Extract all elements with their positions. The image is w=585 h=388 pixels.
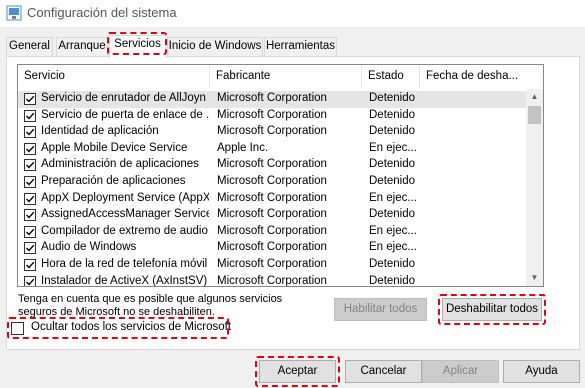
service-checkbox[interactable]	[24, 126, 36, 139]
check-icon	[26, 162, 35, 169]
service-name: Hora de la red de telefonía móvil	[41, 258, 208, 270]
enable-all-button[interactable]: Habilitar todos	[334, 298, 427, 321]
service-checkbox[interactable]	[24, 259, 36, 271]
service-checkbox[interactable]	[24, 176, 36, 188]
check-icon	[26, 195, 35, 203]
tab-general[interactable]: General	[6, 37, 53, 57]
disable-note: Tenga en cuenta que es posible que algun…	[18, 293, 283, 318]
service-checkbox[interactable]	[24, 242, 36, 255]
check-icon	[26, 112, 35, 120]
column-header-vendor[interactable]: Fabricante	[210, 65, 362, 89]
check-icon	[26, 95, 35, 103]
services-list[interactable]: Servicio Fabricante Estado Fecha de desh…	[17, 64, 544, 287]
service-name: AssignedAccessManager Service	[41, 208, 209, 221]
service-name: AppX Deployment Service (AppX...	[41, 191, 209, 204]
list-item[interactable]: Preparación de aplicaciones Microsoft Cor…	[18, 174, 526, 191]
vertical-scrollbar[interactable]: ▲ ▼	[526, 89, 543, 286]
list-item[interactable]: AssignedAccessManager Service Microsoft C…	[18, 207, 526, 224]
check-icon	[26, 245, 35, 252]
service-checkbox[interactable]	[24, 192, 36, 205]
service-status: En ejec...	[369, 141, 417, 154]
hide-microsoft-highlight	[7, 317, 229, 339]
list-item[interactable]: Servicio de enrutador de AllJoyn Microsof…	[18, 91, 526, 108]
scrollbar-thumb[interactable]	[528, 106, 541, 124]
service-name: Identidad de aplicación	[41, 125, 159, 138]
service-vendor: Microsoft Corporation	[217, 175, 327, 187]
service-vendor: Microsoft Corporation	[217, 108, 327, 121]
apply-button[interactable]: Aplicar	[422, 360, 499, 383]
service-name: Audio de Windows	[41, 241, 137, 254]
list-item[interactable]: AppX Deployment Service (AppX... Microsof…	[18, 191, 526, 208]
tab-servicios-highlight	[107, 32, 167, 55]
service-status: Detenido	[369, 92, 416, 104]
tab-herramientas[interactable]: Herramientas	[264, 37, 337, 57]
service-name: Compilador de extremo de audio...	[41, 224, 209, 237]
check-icon	[26, 178, 35, 186]
service-name: Administración de aplicaciones	[41, 158, 199, 171]
service-checkbox[interactable]	[24, 142, 36, 155]
check-icon	[26, 211, 35, 219]
check-icon	[26, 128, 35, 136]
check-icon	[26, 228, 35, 236]
list-item[interactable]: Audio de Windows Microsoft Corporation En …	[18, 240, 526, 257]
service-status: Detenido	[369, 158, 416, 171]
service-name: Apple Mobile Device Service	[41, 141, 188, 154]
service-status: En ejec...	[369, 191, 417, 204]
service-status: Detenido	[369, 108, 416, 121]
service-checkbox[interactable]	[24, 93, 36, 105]
service-name: Servicio de enrutador de AllJoyn	[41, 92, 206, 104]
service-name: Preparación de aplicaciones	[41, 175, 186, 187]
list-item[interactable]: Servicio de puerta de enlace de ... Micro…	[18, 108, 526, 125]
list-item[interactable]: Compilador de extremo de audio... Microso…	[18, 224, 526, 241]
service-status: Detenido	[369, 258, 416, 270]
service-vendor: Apple Inc.	[217, 141, 269, 154]
service-vendor: Microsoft Corporation	[217, 158, 327, 171]
service-status: Detenido	[369, 274, 416, 287]
service-vendor: Microsoft Corporation	[217, 125, 327, 138]
service-checkbox[interactable]	[24, 275, 36, 286]
service-checkbox[interactable]	[24, 225, 36, 238]
service-vendor: Microsoft Corporation	[217, 208, 327, 221]
cancel-button[interactable]: Cancelar	[345, 360, 422, 383]
service-vendor: Microsoft Corporation	[217, 274, 327, 287]
service-vendor: Microsoft Corporation	[217, 258, 327, 270]
service-vendor: Microsoft Corporation	[217, 191, 327, 204]
check-icon	[26, 278, 35, 286]
service-status: En ejec...	[369, 241, 417, 254]
list-item[interactable]: Hora de la red de telefonía móvil Microso…	[18, 257, 526, 274]
chevron-up-icon[interactable]: ▲	[526, 89, 543, 105]
service-status: Detenido	[369, 208, 416, 221]
service-vendor: Microsoft Corporation	[217, 241, 327, 254]
service-checkbox[interactable]	[24, 109, 36, 122]
list-item[interactable]: Instalador de ActiveX (AxInstSV) Microsof…	[18, 274, 526, 287]
list-item[interactable]: Administración de aplicaciones Microsoft …	[18, 157, 526, 174]
system-config-icon	[6, 5, 22, 21]
title-bar: Configuración del sistema	[0, 0, 585, 27]
list-item[interactable]: Identidad de aplicación Microsoft Corpora…	[18, 124, 526, 141]
tab-inicio-windows[interactable]: Inicio de Windows	[167, 37, 263, 57]
service-status: Detenido	[369, 125, 416, 138]
check-icon	[26, 261, 35, 269]
column-header-status[interactable]: Estado	[362, 65, 420, 89]
service-checkbox[interactable]	[24, 209, 36, 222]
tab-arranque[interactable]: Arranque	[56, 37, 108, 57]
ok-highlight	[255, 356, 340, 387]
help-button[interactable]: Ayuda	[503, 360, 580, 383]
service-name: Servicio de puerta de enlace de ...	[41, 108, 209, 121]
service-vendor: Microsoft Corporation	[217, 224, 327, 237]
service-status: En ejec...	[369, 224, 417, 237]
check-icon	[26, 145, 35, 153]
window-title: Configuración del sistema	[27, 5, 177, 20]
service-name: Instalador de ActiveX (AxInstSV)	[41, 274, 208, 287]
chevron-down-icon[interactable]: ▼	[526, 270, 543, 286]
column-header-service[interactable]: Servicio	[18, 65, 210, 89]
column-header-disabled-date[interactable]: Fecha de desha...	[420, 65, 526, 89]
disable-all-highlight	[438, 294, 546, 325]
service-vendor: Microsoft Corporation	[217, 92, 327, 104]
list-item[interactable]: Apple Mobile Device Service Apple Inc. En …	[18, 141, 526, 158]
service-checkbox[interactable]	[24, 159, 36, 172]
service-status: Detenido	[369, 175, 416, 187]
